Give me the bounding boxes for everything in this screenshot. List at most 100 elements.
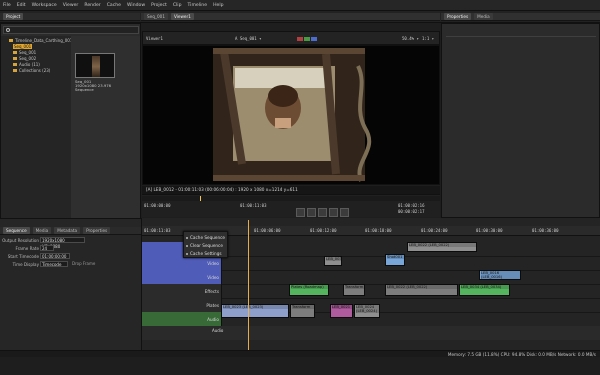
tree-item-audio[interactable]: Audio (11) [13,62,40,67]
project-panel: Timeline_Data_Carthing_001 Seq_001 Seq_0… [0,23,141,219]
timeline-clip[interactable]: Transform [290,304,315,318]
audio-label: Audio [212,328,224,333]
track-row: Video [142,256,600,271]
menu-item-cache-settings[interactable]: Cache Settings [190,251,222,256]
play-button[interactable] [329,208,338,217]
red-channel-icon[interactable] [297,37,303,41]
menu-clip[interactable]: Clip [173,3,182,8]
status-text: Memory: 7.5 GB (11.8%) CPU: 94.8% Disk: … [447,352,596,357]
tab-properties[interactable]: Properties [444,13,472,20]
tab-metadata[interactable]: Metadata [54,227,81,234]
timeline-clip[interactable]: LEB_0032 [324,256,342,266]
tab-viewer[interactable]: Viewer1 [170,13,194,20]
timeline-clip[interactable]: LEB_0016 (LEB_0016) [479,270,521,280]
menu-bullet-icon [186,253,188,255]
tab-media[interactable]: Media [474,13,493,20]
next-frame-button[interactable] [340,208,349,217]
viewer-name: Viewer1 [146,36,163,41]
timeline-clip[interactable]: LEB_0021 [330,304,353,318]
folder-icon [13,57,17,60]
timeline-context-menu: Cache Sequence Clear Sequence Cache Sett… [183,231,228,258]
green-channel-icon[interactable] [304,37,310,41]
folder-icon [9,39,13,42]
menu-cache[interactable]: Cache [107,3,121,8]
viewer-transport: 01:00:00:00 01:00:11:03 01:00:02:16 00:0… [142,194,440,217]
status-bar: Memory: 7.5 GB (11.8%) CPU: 94.8% Disk: … [0,350,600,357]
thumbnail-image[interactable] [75,53,115,78]
blue-channel-icon[interactable] [311,37,317,41]
viewer-image[interactable] [142,45,440,185]
menu-workspace[interactable]: Workspace [32,3,57,8]
frame-rate-field[interactable]: 24 [40,245,54,251]
project-header: Project [0,13,140,21]
timeline-clip[interactable]: LEB_0022 (LEB_0022) [407,242,477,252]
track-header[interactable]: Audio [142,312,222,326]
viewer-seq-selector[interactable]: A Seq_001 ▾ [235,36,262,41]
project-tree: Timeline_Data_Carthing_001 Seq_001 Seq_0… [1,36,72,219]
output-resolution-field[interactable]: 1920x1080 HD_1080 [40,237,85,249]
timeline-clip[interactable]: Transform [343,284,365,296]
track-header[interactable]: Video [142,270,222,284]
timeline-clip[interactable]: LEB_0023 (LEB_0023) [221,304,289,318]
drop-frame-label: Drop Frame [72,261,96,266]
stop-button[interactable] [318,208,327,217]
thumbnail-figure [92,56,100,77]
timeline-clip[interactable]: LEB_0022 (LEB_0022) [385,284,458,296]
project-search-bar[interactable] [3,26,139,34]
timeline-clip[interactable]: Plates (Roadmap) [289,284,329,296]
timecode-center: 01:00:11:03 [240,203,267,208]
timeline-ruler-label-1: 01:00:12:00 [310,228,337,233]
tab-properties-lower[interactable]: Properties [83,227,111,234]
ratio-selector[interactable]: 1:1 ▾ [422,36,434,41]
viewer-controls: Viewer1 A Seq_001 ▾ 50.4% ▾ 1:1 ▾ [142,31,440,45]
timeline-clip[interactable]: LEB_0024 (LEB_0024) [354,304,380,318]
track-header[interactable]: Video [142,256,222,270]
properties-panel [441,23,600,218]
scene-svg [143,46,439,184]
track-header[interactable]: Effects [142,284,222,298]
viewer-playhead [200,196,201,201]
play-backward-button[interactable] [307,208,316,217]
timeline-timecode: 01:00:11:03 [144,228,171,233]
menu-project[interactable]: Project [151,3,167,8]
tree-item-selected[interactable]: Seq_001 [13,44,33,49]
menu-help[interactable]: Help [213,3,223,8]
timeline-playhead[interactable] [248,220,249,350]
sequence-properties: Sequence Media Metadata Properties Outpu… [0,218,141,350]
tree-item-seq2[interactable]: Seq_002 [13,56,36,61]
tab-sequence[interactable]: Sequence [3,227,30,234]
main-toolbar: Project Seq_001 Viewer1 Properties Media [0,11,600,23]
tree-item-seq[interactable]: Seq_001 [13,50,36,55]
viewer-scrubber[interactable] [142,196,440,201]
timeline-clip[interactable]: LEB_0034 (LEB_0034) [459,284,510,296]
tab-media-lower[interactable]: Media [32,227,52,234]
track-header[interactable]: Plates [142,298,222,312]
menu-item-clear-sequence[interactable]: Clear Sequence [190,243,223,248]
tree-item-root[interactable]: Timeline_Data_Carthing_001 [9,38,72,43]
menu-window[interactable]: Window [127,3,145,8]
menu-item-cache-sequence[interactable]: Cache Sequence [190,235,225,240]
project-thumbnail-area: Seq_001 1920x1080 23.976 Sequence [71,36,140,219]
properties-tabs: Sequence Media Metadata Properties [0,227,141,235]
viewer-header: Seq_001 Viewer1 [141,13,440,21]
time-display-label: Time Display [12,262,39,267]
timeline-ruler-label-3: 01:00:24:00 [421,228,448,233]
menu-viewer[interactable]: Viewer [63,3,79,8]
start-timecode-label: Start Timecode [7,254,39,259]
menu-edit[interactable]: Edit [17,3,26,8]
search-icon [6,28,10,32]
menu-file[interactable]: File [3,3,11,8]
zoom-selector[interactable]: 50.4% ▾ [402,36,419,41]
timeline-clip[interactable]: Shot001 [385,254,405,266]
playback-controls [296,208,350,217]
tab-project[interactable]: Project [3,13,24,20]
tree-item-collections[interactable]: Collections (23) [13,68,50,73]
tab-seq[interactable]: Seq_001 [144,13,168,20]
time-display-field[interactable]: Timecode [40,261,68,267]
menu-render[interactable]: Render [84,3,100,8]
timecode-left: 01:00:00:00 [144,203,171,208]
timeline-ruler-label-4: 01:00:30:00 [476,228,503,233]
start-timecode-field[interactable]: 01:00:00:00 [40,253,70,259]
prev-frame-button[interactable] [296,208,305,217]
menu-timeline[interactable]: Timeline [188,3,208,8]
